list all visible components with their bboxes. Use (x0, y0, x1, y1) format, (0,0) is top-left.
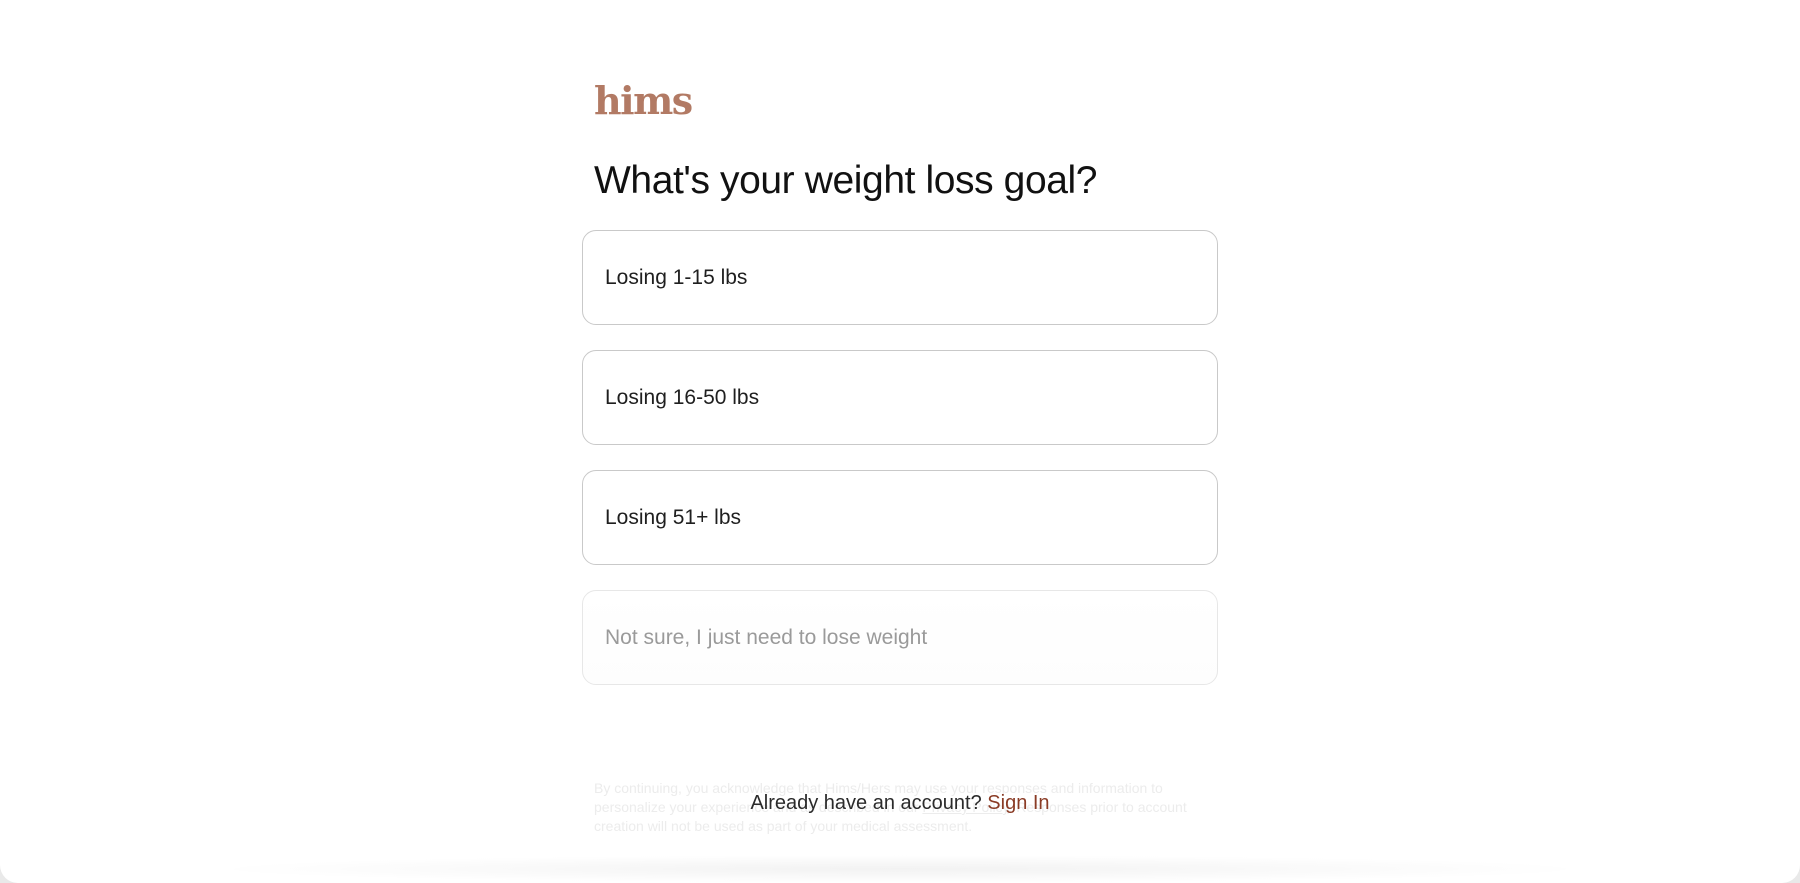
option-label: Losing 16-50 lbs (605, 385, 760, 409)
bottom-shadow (200, 855, 1600, 883)
option-losing-51-plus-lbs[interactable]: Losing 51+ lbs (582, 470, 1218, 565)
option-label: Losing 51+ lbs (605, 505, 742, 529)
hims-logo[interactable]: hims (594, 82, 693, 120)
answer-options: Losing 1-15 lbs Losing 16-50 lbs Losing … (582, 230, 1218, 710)
page-title: What's your weight loss goal? (594, 159, 1098, 202)
option-losing-16-50-lbs[interactable]: Losing 16-50 lbs (582, 350, 1218, 445)
option-not-sure[interactable]: Not sure, I just need to lose weight (582, 590, 1218, 685)
option-losing-1-15-lbs[interactable]: Losing 1-15 lbs (582, 230, 1218, 325)
option-label: Losing 1-15 lbs (605, 265, 748, 289)
option-label: Not sure, I just need to lose weight (605, 625, 928, 649)
signin-prompt-text: Already have an account? (750, 792, 982, 814)
signin-prompt: Already have an account? Sign In (0, 792, 1800, 815)
page-frame: hims What's your weight loss goal? Losin… (0, 0, 1800, 883)
signin-link[interactable]: Sign In (987, 792, 1049, 814)
